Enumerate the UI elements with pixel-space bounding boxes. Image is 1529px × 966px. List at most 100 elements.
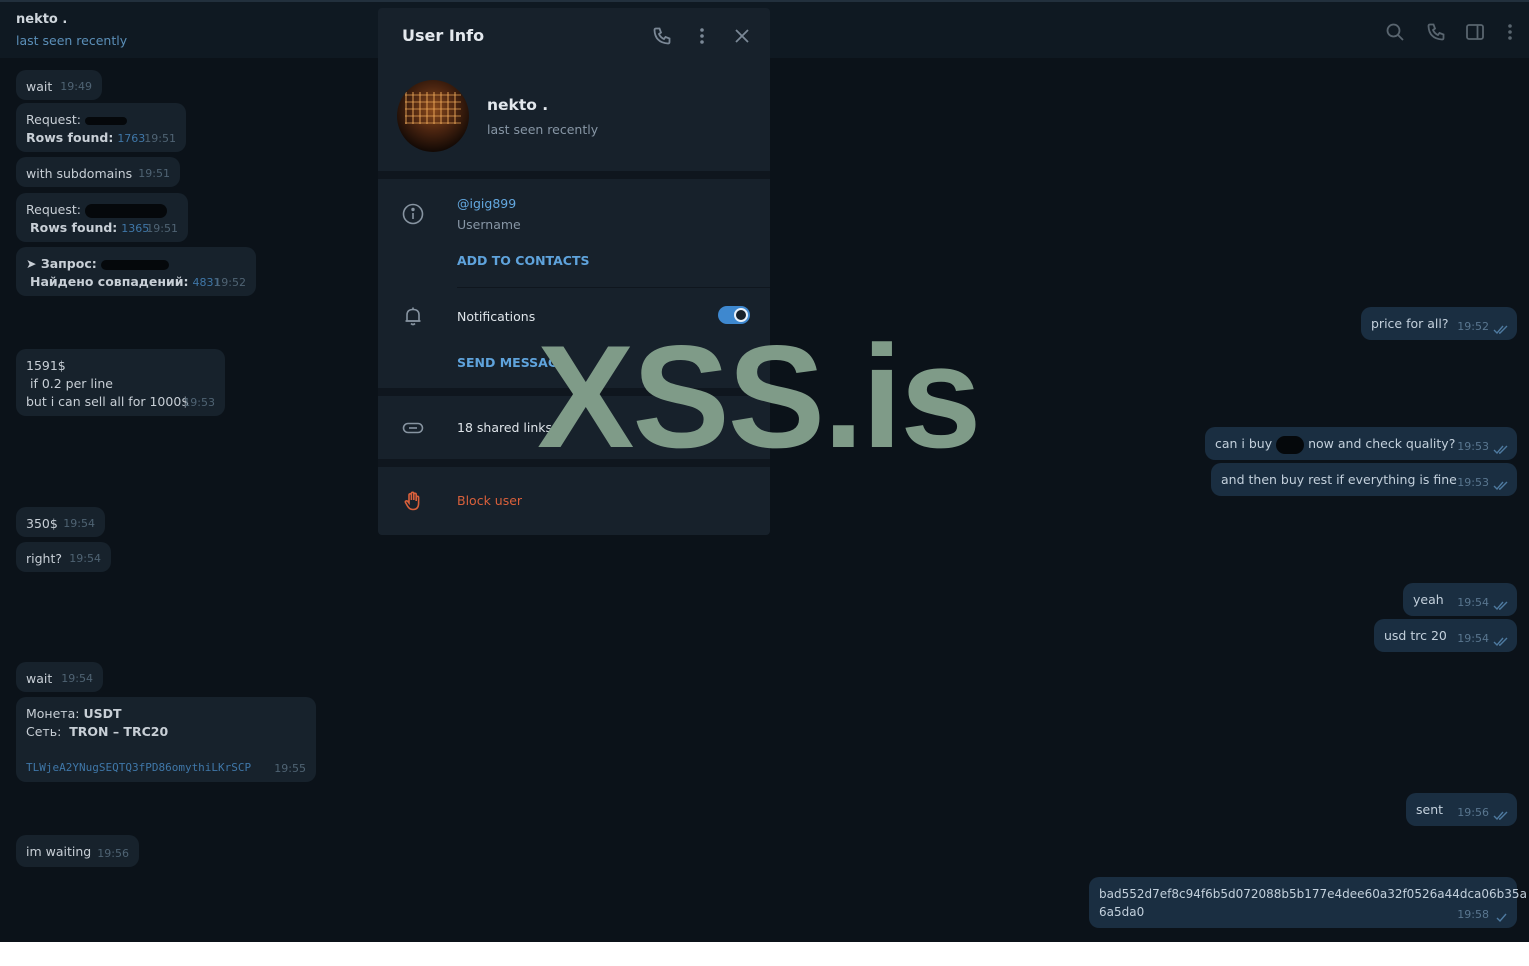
double-check-icon xyxy=(1493,445,1509,455)
chat-title[interactable]: nekto . xyxy=(16,12,67,27)
search-icon[interactable] xyxy=(1385,22,1405,42)
dialog-title: User Info xyxy=(402,26,485,45)
message-out[interactable]: bad552d7ef8c94f6b5d072088b5b177e4dee60a3… xyxy=(1089,877,1527,928)
avatar[interactable] xyxy=(397,80,469,152)
message-in[interactable]: 350$ 19:54 xyxy=(16,507,105,537)
double-check-icon xyxy=(1493,811,1509,821)
hand-stop-icon xyxy=(402,490,424,512)
message-in[interactable]: wait 19:49 xyxy=(16,70,102,100)
phone-icon[interactable] xyxy=(652,26,672,46)
wallet-address[interactable]: TLWjeA2YNugSEQTQ3fPD86omythiLKrSCP xyxy=(26,759,306,777)
message-time: 19:54 xyxy=(69,552,101,565)
section-divider xyxy=(378,171,770,179)
message-out[interactable]: yeah 19:54 xyxy=(1403,583,1517,616)
message-out[interactable]: can i buy now and check quality? 19:53 xyxy=(1205,427,1517,460)
message-text: sent xyxy=(1416,802,1444,817)
message-label: Request: xyxy=(26,202,81,217)
info-icon xyxy=(402,203,424,225)
message-time: 19:49 xyxy=(60,80,92,93)
message-out[interactable]: price for all? 19:52 xyxy=(1361,307,1517,340)
message-in[interactable]: with subdomains 19:51 xyxy=(16,157,180,187)
message-in[interactable]: right? 19:54 xyxy=(16,542,111,572)
message-time: 19:54 xyxy=(63,517,95,530)
message-time: 19:56 xyxy=(97,847,129,860)
message-time: 19:54 xyxy=(1457,596,1489,609)
double-check-icon xyxy=(1493,601,1509,611)
message-out[interactable]: sent 19:56 xyxy=(1406,793,1517,826)
message-text: 350$ xyxy=(26,516,58,531)
message-in[interactable]: Монета: USDT Сеть: TRON – TRC20 TLWjeA2Y… xyxy=(16,697,316,782)
message-time: 19:51 xyxy=(144,132,176,145)
message-time: 19:54 xyxy=(1457,632,1489,645)
message-out[interactable]: and then buy rest if everything is fine … xyxy=(1211,463,1517,496)
message-time: 19:51 xyxy=(138,167,170,180)
message-text: 6a5da0 xyxy=(1099,905,1145,919)
username-label: Username xyxy=(457,217,521,232)
message-text: bad552d7ef8c94f6b5d072088b5b177e4dee60a3… xyxy=(1099,887,1527,901)
message-label: Найдено совпадений: xyxy=(29,274,189,289)
message-text: im waiting xyxy=(26,844,92,859)
message-text: usd trc 20 xyxy=(1384,628,1447,643)
notifications-label: Notifications xyxy=(457,309,536,324)
phone-icon[interactable] xyxy=(1426,22,1446,42)
link-icon xyxy=(402,417,424,439)
message-time: 19:53 xyxy=(1457,476,1489,489)
message-text: right? xyxy=(26,551,63,566)
message-label: Request: xyxy=(26,112,81,127)
message-time: 19:53 xyxy=(1457,440,1489,453)
message-label: Сеть: xyxy=(26,724,62,739)
sidebar-icon[interactable] xyxy=(1465,22,1485,42)
profile-status: last seen recently xyxy=(487,122,599,137)
divider xyxy=(457,287,770,288)
message-time: 19:55 xyxy=(274,762,306,775)
network-value: TRON – TRC20 xyxy=(69,724,169,739)
more-vertical-icon[interactable] xyxy=(692,26,712,46)
message-time: 19:52 xyxy=(214,276,246,289)
bell-icon xyxy=(402,305,424,327)
chat-status: last seen recently xyxy=(16,33,128,48)
close-icon[interactable] xyxy=(732,26,752,46)
message-text: wait xyxy=(26,79,53,94)
watermark-text: XSS.is xyxy=(537,315,981,478)
more-vertical-icon[interactable] xyxy=(1500,22,1520,42)
message-in[interactable]: 1591$ if 0.2 per line but i can sell all… xyxy=(16,349,225,416)
redacted-mark xyxy=(100,259,169,270)
message-text: can i buy xyxy=(1215,436,1273,451)
redacted-mark xyxy=(84,203,167,218)
double-check-icon xyxy=(1493,637,1509,647)
message-time: 19:53 xyxy=(183,396,215,409)
coin-value: USDT xyxy=(83,706,122,721)
message-text: and then buy rest if everything is fine xyxy=(1221,472,1457,487)
redacted-mark xyxy=(84,116,127,125)
rows-count: 1763 xyxy=(117,132,146,145)
rows-count: 1365 xyxy=(121,222,150,235)
message-time: 19:54 xyxy=(61,672,93,685)
username-value[interactable]: @igig899 xyxy=(457,196,516,211)
message-time: 19:51 xyxy=(146,222,178,235)
message-in[interactable]: Request: Rows found: 1763 19:51 xyxy=(16,103,186,152)
message-in[interactable]: wait 19:54 xyxy=(16,662,103,692)
message-text: now and check quality? xyxy=(1308,436,1456,451)
message-text: price for all? xyxy=(1371,316,1449,331)
block-user-button[interactable]: Block user xyxy=(457,493,522,508)
add-to-contacts-button[interactable]: ADD TO CONTACTS xyxy=(457,253,589,268)
message-time: 19:56 xyxy=(1457,806,1489,819)
message-label: Rows found: xyxy=(26,130,114,145)
message-in[interactable]: ➤ Запрос: Найдено совпадений: 4831 19:52 xyxy=(16,247,256,296)
message-label: ➤ Запрос: xyxy=(26,256,97,271)
message-text: with subdomains xyxy=(26,166,133,181)
check-icon xyxy=(1493,913,1509,923)
telegram-window: nekto . last seen recently wait 19:49 Re… xyxy=(0,0,1529,942)
message-in[interactable]: Request: Rows found: 1365 19:51 xyxy=(16,193,188,242)
message-text: if 0.2 per line xyxy=(26,376,113,391)
double-check-icon xyxy=(1493,325,1509,335)
message-time: 19:58 xyxy=(1457,908,1489,921)
message-out[interactable]: usd trc 20 19:54 xyxy=(1374,619,1517,652)
message-in[interactable]: im waiting 19:56 xyxy=(16,835,139,867)
message-text: yeah xyxy=(1413,592,1444,607)
message-text: wait xyxy=(26,671,53,686)
message-label: Монета: xyxy=(26,706,80,721)
profile-name: nekto . xyxy=(487,96,549,114)
message-text: 1591$ xyxy=(26,358,66,373)
message-time: 19:52 xyxy=(1457,320,1489,333)
